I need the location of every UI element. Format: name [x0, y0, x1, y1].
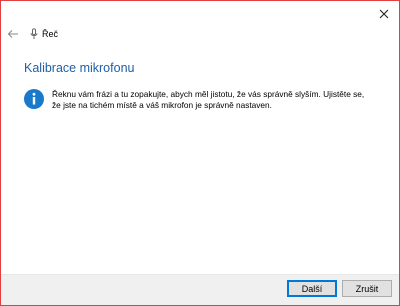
button-bar: Další Zrušit [1, 274, 399, 305]
back-arrow-icon [7, 30, 18, 38]
close-button[interactable] [375, 5, 393, 23]
speech-wizard-window: Řeč Kalibrace mikrofonu Řeknu vám frázi … [0, 0, 400, 306]
next-button[interactable]: Další [287, 280, 337, 297]
close-icon [379, 9, 389, 19]
back-button[interactable] [6, 27, 20, 41]
info-icon [24, 89, 44, 109]
page-title: Kalibrace mikrofonu [24, 61, 135, 75]
info-text: Řeknu vám frázi a tu zopakujte, abych mě… [52, 89, 365, 110]
microphone-icon [29, 27, 39, 41]
app-title: Řeč [42, 29, 59, 39]
info-message: Řeknu vám frázi a tu zopakujte, abych mě… [24, 89, 369, 111]
cancel-button[interactable]: Zrušit [342, 280, 392, 297]
title-bar: Řeč [1, 25, 399, 43]
